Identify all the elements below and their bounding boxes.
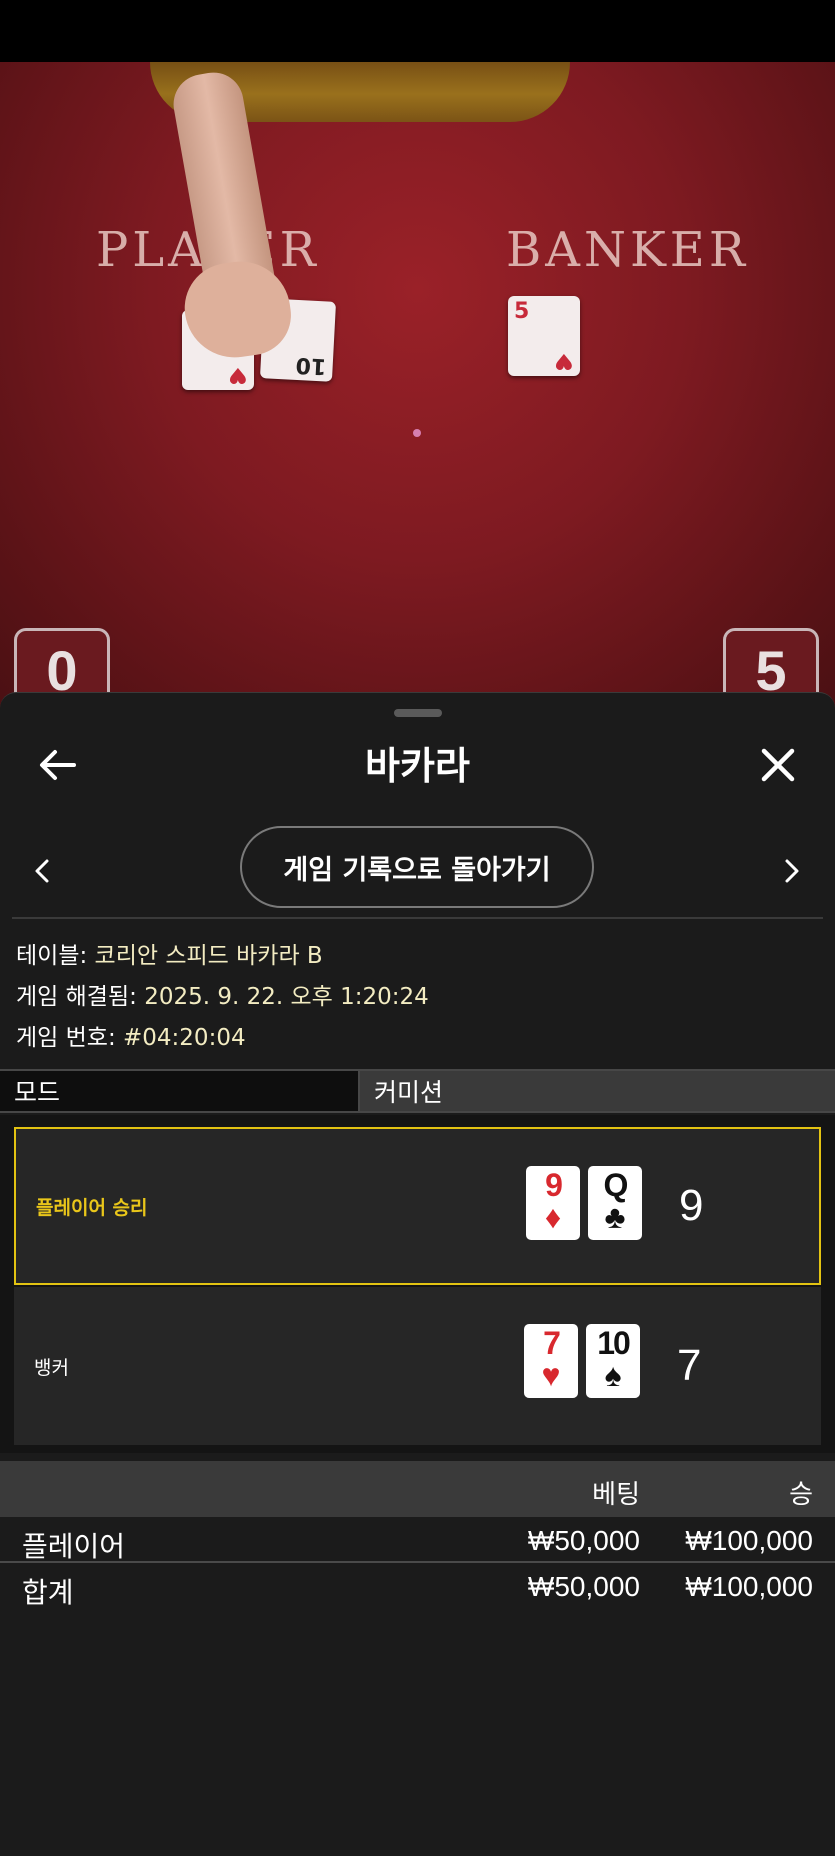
diamond-suit-icon: ♦ xyxy=(544,1199,562,1235)
sheet-grabber[interactable] xyxy=(394,709,442,717)
result-label: 플레이어 승리 xyxy=(36,1196,148,1219)
close-icon xyxy=(761,748,795,782)
bet-name: 플레이어 xyxy=(22,1531,126,1562)
player-cards: 9 ♦ Q ♣ xyxy=(526,1166,642,1240)
table-info-label: 테이블: xyxy=(16,943,88,969)
total-label: 합계 xyxy=(22,1577,74,1608)
column-header-bet: 베팅 xyxy=(592,1479,640,1509)
column-header-win: 승 xyxy=(789,1479,813,1509)
resolved-info-value: 2025. 9. 22. 오후 1:20:24 xyxy=(144,984,429,1010)
bets-table-header: 베팅 승 xyxy=(0,1461,835,1517)
resolved-info: 게임 해결됨: 2025. 9. 22. 오후 1:20:24 xyxy=(16,977,429,1011)
mode-row: 모드 커미션 xyxy=(0,1069,835,1113)
bet-amount: ₩50,000 xyxy=(527,1525,640,1556)
mode-label: 모드 xyxy=(0,1071,360,1111)
playing-card: Q ♣ xyxy=(588,1166,642,1240)
previous-game-button[interactable] xyxy=(22,843,62,899)
spade-suit-icon: ♠ xyxy=(604,1357,622,1393)
status-bar xyxy=(0,0,835,62)
total-row: 합계 ₩50,000 ₩100,000 xyxy=(0,1565,835,1609)
result-row-banker: 뱅커 7 ♥ 10 ♠ 7 xyxy=(14,1287,821,1445)
game-number-info: 게임 번호: #04:20:04 xyxy=(16,1018,246,1052)
chevron-left-icon xyxy=(35,859,49,883)
result-panel: 플레이어 승리 9 ♦ Q ♣ 9 뱅커 7 ♥ 10 ♠ 7 xyxy=(0,1115,835,1453)
result-score: 7 xyxy=(677,1341,702,1390)
game-detail-sheet: 바카라 게임 기록으로 돌아가기 테이블: 코리안 스피드 바카라 B 게임 해… xyxy=(0,692,835,1856)
close-button[interactable] xyxy=(750,737,806,793)
sheet-title: 바카라 xyxy=(365,744,470,788)
club-suit-icon: ♣ xyxy=(604,1199,626,1235)
table-info: 테이블: 코리안 스피드 바카라 B xyxy=(16,936,323,970)
banker-table-label: BANKER xyxy=(506,222,749,278)
row-divider xyxy=(0,1561,835,1563)
mode-value: 커미션 xyxy=(360,1071,835,1111)
divider xyxy=(12,917,823,919)
next-game-button[interactable] xyxy=(772,843,812,899)
result-row-player: 플레이어 승리 9 ♦ Q ♣ 9 xyxy=(14,1127,821,1285)
chevron-right-icon xyxy=(785,859,799,883)
heart-suit-icon: ♥ xyxy=(541,1357,561,1393)
playing-card: 10 ♠ xyxy=(586,1324,640,1398)
table-card-banker-1: 5 ♥ xyxy=(508,296,580,376)
result-score: 9 xyxy=(679,1181,704,1230)
win-amount: ₩100,000 xyxy=(685,1525,813,1556)
resolved-info-label: 게임 해결됨: xyxy=(16,984,137,1010)
table-info-value: 코리안 스피드 바카라 B xyxy=(94,943,323,969)
result-label: 뱅커 xyxy=(34,1356,69,1379)
table-marker xyxy=(413,429,421,437)
total-win: ₩100,000 xyxy=(685,1571,813,1602)
table-row: 플레이어 ₩50,000 ₩100,000 xyxy=(0,1519,835,1563)
playing-card: 9 ♦ xyxy=(526,1166,580,1240)
playing-card: 7 ♥ xyxy=(524,1324,578,1398)
back-to-history-button[interactable]: 게임 기록으로 돌아가기 xyxy=(240,826,594,908)
total-bet: ₩50,000 xyxy=(527,1571,640,1602)
game-number-label: 게임 번호: xyxy=(16,1025,116,1051)
game-number-value: #04:20:04 xyxy=(123,1025,246,1051)
live-video: PLAYER BANKER Q ♥ ♣ 10 5 ♥ xyxy=(0,62,835,712)
banker-cards: 7 ♥ 10 ♠ xyxy=(524,1324,640,1398)
